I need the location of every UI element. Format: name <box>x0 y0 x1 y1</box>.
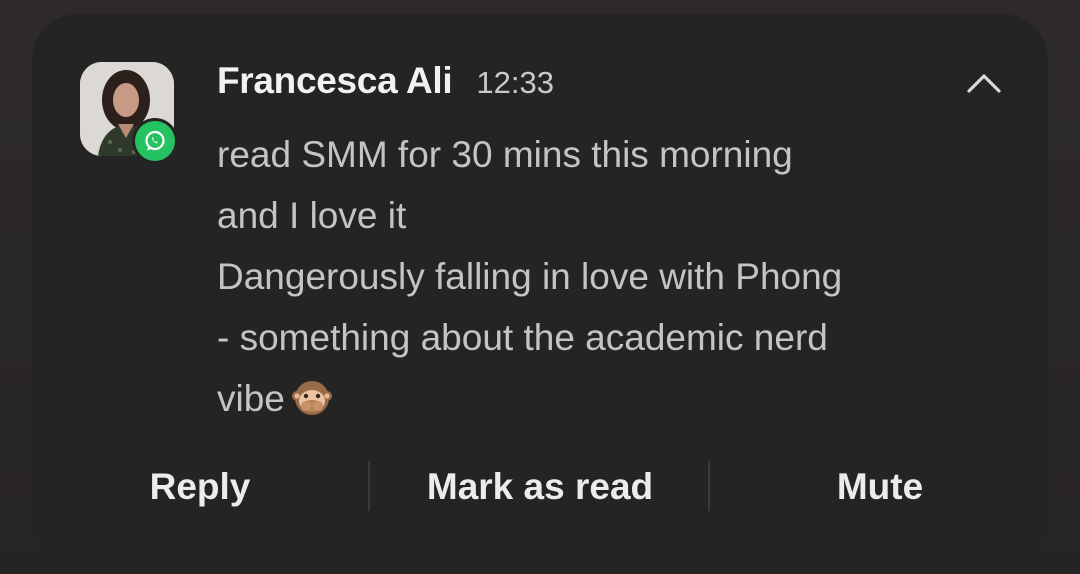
action-divider <box>708 461 710 511</box>
mark-as-read-button[interactable]: Mark as read <box>370 454 710 520</box>
avatar-container <box>80 62 178 164</box>
mute-button[interactable]: Mute <box>768 454 992 520</box>
timestamp: 12:33 <box>476 65 554 100</box>
message-line: read SMM for 30 mins this morning <box>217 134 793 175</box>
message-line: and I love it <box>217 195 407 236</box>
message-line: vibe <box>217 378 285 419</box>
chevron-up-icon[interactable] <box>966 70 1002 96</box>
speak-no-evil-monkey-icon <box>291 376 333 437</box>
message-line-last: vibe <box>217 368 957 437</box>
reply-button[interactable]: Reply <box>88 454 312 520</box>
sender-name: Francesca Ali <box>217 60 453 101</box>
notification-header: Francesca Ali 12:33 <box>217 60 554 102</box>
message-body: read SMM for 30 mins this morning and I … <box>217 124 957 437</box>
app-badge <box>132 118 178 164</box>
action-bar: Reply Mark as read Mute <box>32 454 1048 520</box>
whatsapp-icon <box>135 121 175 161</box>
message-line: Dangerously falling in love with Phong <box>217 256 843 297</box>
notification-card[interactable]: Francesca Ali 12:33 read SMM for 30 mins… <box>32 14 1048 562</box>
message-line: - something about the academic nerd <box>217 317 828 358</box>
